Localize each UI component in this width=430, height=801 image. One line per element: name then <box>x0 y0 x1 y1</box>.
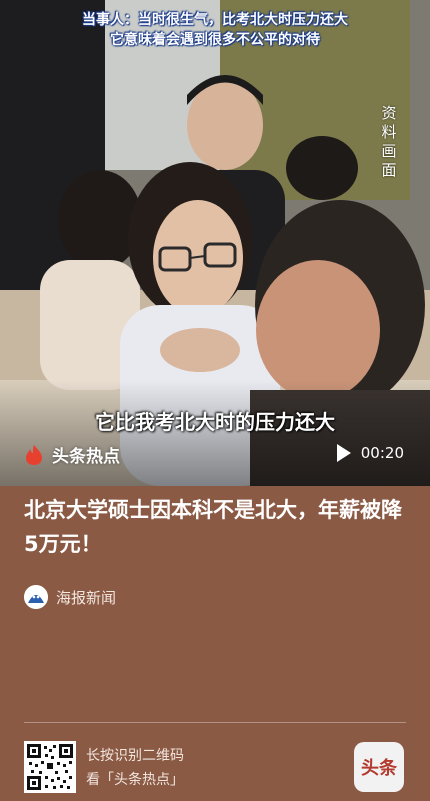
source-name: 海报新闻 <box>56 588 117 607</box>
top-caption-line1: 当事人：当时很生气，比考北大时压力还大 <box>82 12 348 28</box>
flame-icon <box>26 444 42 465</box>
qr-code[interactable] <box>24 741 76 793</box>
top-caption-line2: 它意味着会遇到很多不公平的对待 <box>110 32 320 48</box>
brand-label: 头条热点 <box>52 447 120 467</box>
qr-code-icon <box>27 744 73 790</box>
brand-watermark: 头条热点 <box>24 442 120 467</box>
top-caption: 当事人：当时很生气，比考北大时压力还大 它意味着会遇到很多不公平的对待 <box>0 10 430 50</box>
qr-line1: 长按识别二维码 <box>86 748 184 764</box>
source-avatar-icon <box>24 585 48 609</box>
toutiao-app-icon[interactable]: 头条 <box>354 742 404 792</box>
article-source[interactable]: 海报新闻 <box>24 585 116 609</box>
video-duration: 00:20 <box>360 444 404 462</box>
archive-footage-label: 资料画面 <box>381 104 397 179</box>
qr-line2: 看「头条热点」 <box>86 772 184 788</box>
divider <box>24 722 406 723</box>
video-player[interactable]: 当事人：当时很生气，比考北大时压力还大 它意味着会遇到很多不公平的对待 资料画面… <box>0 0 430 486</box>
qr-instructions: 长按识别二维码 看「头条热点」 <box>86 744 184 792</box>
article-headline[interactable]: 北京大学硕士因本科不是北大，年薪被降5万元！ <box>24 493 404 561</box>
video-subtitle: 它比我考北大时的压力还大 <box>95 410 335 434</box>
play-icon[interactable] <box>336 444 351 462</box>
play-control[interactable]: 00:20 <box>336 444 404 462</box>
